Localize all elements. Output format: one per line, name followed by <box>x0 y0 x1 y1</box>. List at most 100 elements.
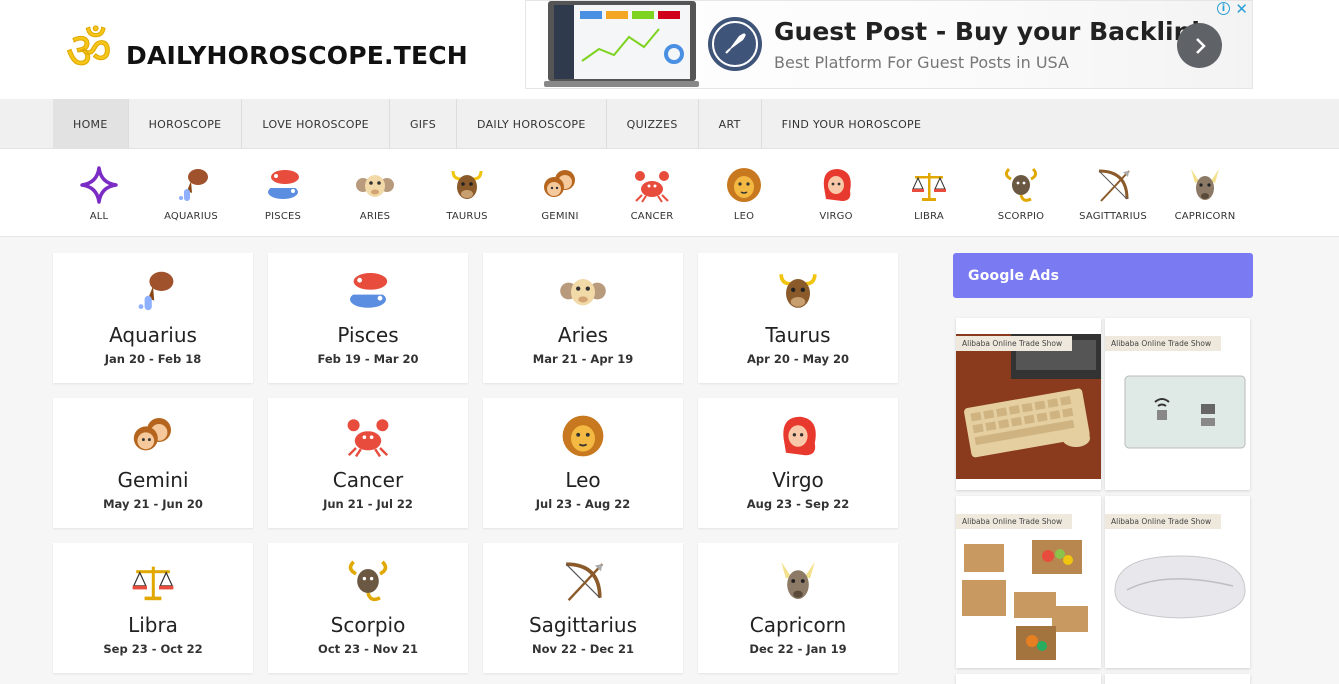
taurus-icon <box>451 170 483 199</box>
laptop-ad-image <box>544 1 699 87</box>
leo-icon <box>562 415 604 457</box>
ad-tag: Alibaba Online Trade Show <box>1105 336 1222 351</box>
zodiac-card-taurus[interactable]: Taurus Apr 20 - May 20 <box>698 253 898 383</box>
card-title: Virgo <box>772 468 824 492</box>
om-logo-icon: ॐ <box>66 22 113 78</box>
ad-product-food-boxes[interactable]: Alibaba Online Trade Show <box>956 496 1101 668</box>
aries-icon <box>560 279 606 306</box>
nav-gifs[interactable]: GIFS <box>390 99 458 149</box>
card-dates: Feb 19 - Mar 20 <box>317 352 419 366</box>
ad-product-wall-socket[interactable]: Alibaba Online Trade Show <box>1105 318 1250 490</box>
card-title: Pisces <box>337 323 399 347</box>
nav-love-horoscope[interactable]: LOVE HOROSCOPE <box>242 99 390 149</box>
rocket-icon <box>708 17 762 71</box>
zodiac-filter-aquarius[interactable]: AQUARIUS <box>145 165 237 222</box>
card-title: Capricorn <box>749 613 847 637</box>
pisces-icon <box>350 273 388 308</box>
ad-product-partial[interactable] <box>956 674 1101 684</box>
info-icon[interactable]: i <box>1217 2 1230 15</box>
zodiac-card-libra[interactable]: Libra Sep 23 - Oct 22 <box>53 543 253 673</box>
gemini-icon <box>544 170 575 197</box>
zodiac-card-virgo[interactable]: Virgo Aug 23 - Sep 22 <box>698 398 898 528</box>
card-dates: Mar 21 - Apr 19 <box>532 352 634 366</box>
pisces-icon <box>268 170 299 199</box>
scorpio-icon <box>348 560 388 602</box>
zodiac-card-cancer[interactable]: Cancer Jun 21 - Jul 22 <box>268 398 468 528</box>
ad-subtitle: Best Platform For Guest Posts in USA <box>774 53 1069 72</box>
nav-quizzes[interactable]: QUIZZES <box>607 99 699 149</box>
zodiac-filter-taurus[interactable]: TAURUS <box>421 165 513 222</box>
zodiac-filter-capricorn[interactable]: CAPRICORN <box>1159 165 1251 222</box>
ad-product-wireless-mouse[interactable]: Alibaba Online Trade Show <box>1105 496 1250 668</box>
card-title: Aries <box>557 323 609 347</box>
ad-tag: Alibaba Online Trade Show <box>1105 514 1222 529</box>
ad-product-partial[interactable] <box>1105 674 1250 684</box>
cancer-icon <box>635 171 669 203</box>
zodiac-filter-virgo[interactable]: VIRGO <box>790 165 882 222</box>
card-title: Leo <box>565 468 601 492</box>
cancer-icon <box>347 419 389 458</box>
zodiac-card-pisces[interactable]: Pisces Feb 19 - Mar 20 <box>268 253 468 383</box>
zodiac-filter-pisces[interactable]: PISCES <box>237 165 329 222</box>
zodiac-card-leo[interactable]: Leo Jul 23 - Aug 22 <box>483 398 683 528</box>
zodiac-filter-strip: ALL AQUARIUS PISCES ARIES TAURUS GEMINI … <box>0 149 1339 237</box>
nav-horoscope[interactable]: HOROSCOPE <box>129 99 243 149</box>
card-title: Gemini <box>117 468 189 492</box>
card-title: Libra <box>128 613 178 637</box>
card-dates: Dec 22 - Jan 19 <box>749 642 847 656</box>
sidebar-ad-grid[interactable]: i ✕ Alibaba Online Trade Show <box>953 318 1253 684</box>
zodiac-filter-leo[interactable]: LEO <box>698 165 790 222</box>
sagittarius-icon <box>1098 169 1130 202</box>
ad-title[interactable]: Guest Post - Buy your Backlink <box>774 17 1208 46</box>
star-icon <box>80 166 118 204</box>
zodiac-card-capricorn[interactable]: Capricorn Dec 22 - Jan 19 <box>698 543 898 673</box>
zodiac-filter-libra[interactable]: LIBRA <box>883 165 975 222</box>
ad-product-keyboard[interactable]: Alibaba Online Trade Show <box>956 318 1101 490</box>
capricorn-icon <box>781 561 815 599</box>
zodiac-filter-sagittarius[interactable]: SAGITTARIUS <box>1067 165 1159 222</box>
gemini-icon <box>133 418 171 451</box>
zodiac-filter-scorpio[interactable]: SCORPIO <box>975 165 1067 222</box>
zodiac-card-aquarius[interactable]: Aquarius Jan 20 - Feb 18 <box>53 253 253 383</box>
card-dates: Jan 20 - Feb 18 <box>104 352 202 366</box>
ad-tag: Alibaba Online Trade Show <box>956 514 1073 529</box>
aquarius-icon <box>138 271 174 311</box>
zodiac-card-gemini[interactable]: Gemini May 21 - Jun 20 <box>53 398 253 528</box>
card-title: Aquarius <box>109 323 197 347</box>
virgo-icon <box>783 416 816 456</box>
site-name: DAILYHOROSCOPE.TECH <box>126 40 468 70</box>
aquarius-icon <box>179 169 208 201</box>
site-logo[interactable]: ॐ DAILYHOROSCOPE.TECH <box>64 22 468 78</box>
nav-home[interactable]: HOME <box>53 99 129 149</box>
card-dates: Jun 21 - Jul 22 <box>323 497 413 511</box>
zodiac-filter-all[interactable]: ALL <box>53 165 145 222</box>
svg-text:ॐ: ॐ <box>66 22 112 78</box>
top-ad-banner[interactable]: Guest Post - Buy your Backlink Best Plat… <box>525 0 1253 89</box>
scorpio-icon <box>1004 167 1038 202</box>
card-dates: Jul 23 - Aug 22 <box>535 497 631 511</box>
virgo-icon <box>823 169 851 201</box>
zodiac-filter-cancer[interactable]: CANCER <box>606 165 698 222</box>
zodiac-filter-gemini[interactable]: GEMINI <box>514 165 606 222</box>
card-title: Scorpio <box>330 613 406 637</box>
sagittarius-icon <box>565 562 604 602</box>
close-icon[interactable]: ✕ <box>1235 1 1248 18</box>
zodiac-card-scorpio[interactable]: Scorpio Oct 23 - Nov 21 <box>268 543 468 673</box>
nav-daily-horoscope[interactable]: DAILY HOROSCOPE <box>457 99 607 149</box>
libra-icon <box>132 566 174 601</box>
zodiac-card-sagittarius[interactable]: Sagittarius Nov 22 - Dec 21 <box>483 543 683 673</box>
card-title: Cancer <box>332 468 404 492</box>
leo-icon <box>727 168 761 202</box>
libra-icon <box>912 173 946 201</box>
zodiac-card-aries[interactable]: Aries Mar 21 - Apr 19 <box>483 253 683 383</box>
card-dates: Apr 20 - May 20 <box>747 352 849 366</box>
taurus-icon <box>779 274 817 308</box>
zodiac-filter-aries[interactable]: ARIES <box>329 165 421 222</box>
nav-art[interactable]: ART <box>699 99 762 149</box>
ad-next-button[interactable] <box>1177 23 1222 68</box>
nav-find-your-horoscope[interactable]: FIND YOUR HOROSCOPE <box>762 99 942 149</box>
aries-icon <box>356 175 394 197</box>
card-title: Taurus <box>765 323 831 347</box>
card-dates: Nov 22 - Dec 21 <box>532 642 634 656</box>
sidebar-heading: Google Ads <box>953 253 1253 298</box>
